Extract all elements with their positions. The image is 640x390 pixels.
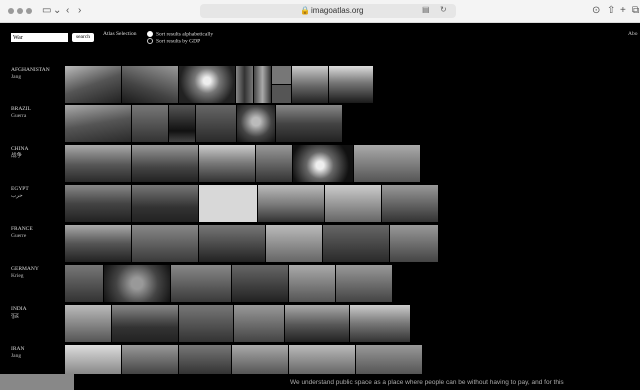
browser-toolbar: ▭ ⌄ ‹ › 🔒 imagoatlas.org ▤ ↻ ⊙ ⇧ + ⧉ — [0, 0, 640, 23]
country-label-india: INDIA युद्ध — [11, 306, 27, 319]
thumbnail-image[interactable] — [65, 105, 131, 142]
search-button[interactable]: search — [72, 33, 94, 42]
thumbnail-image[interactable] — [325, 185, 381, 222]
thumbnail-image[interactable] — [289, 265, 335, 302]
thumbnail-image[interactable] — [132, 225, 198, 262]
country-label-germany: GERMANY Krieg — [11, 266, 39, 279]
thumbnail-image[interactable] — [336, 265, 392, 302]
thumbnail-image[interactable] — [350, 305, 410, 342]
thumbnail-image[interactable] — [65, 305, 111, 342]
thumbnail-image[interactable] — [232, 265, 288, 302]
reload-icon[interactable]: ↻ — [440, 5, 447, 14]
footer-panel — [0, 374, 74, 390]
zoom-window-icon[interactable] — [26, 8, 32, 14]
thumbnail-image[interactable] — [179, 66, 235, 103]
thumbnail-image[interactable] — [199, 225, 265, 262]
country-label-iran: IRAN Jang — [11, 346, 25, 359]
thumbnail-image[interactable] — [234, 305, 284, 342]
thumbnail-image[interactable] — [292, 66, 328, 103]
thumbnail-image[interactable] — [390, 225, 438, 262]
thumbnail-image[interactable] — [356, 345, 422, 374]
minimize-window-icon[interactable] — [17, 8, 23, 14]
thumbnail-image[interactable] — [256, 145, 292, 182]
country-label-france: FRANCE Guerre — [11, 226, 33, 239]
chevron-down-icon[interactable]: ⌄ — [53, 4, 61, 18]
thumbnail-image[interactable] — [272, 85, 291, 103]
country-label-china: CHINA 战争 — [11, 146, 29, 159]
country-label-afghanistan: AFGHANISTAN Jang — [11, 67, 50, 80]
thumbnail-image[interactable] — [171, 265, 231, 302]
thumbnail-image[interactable] — [122, 66, 178, 103]
thumbnail-image[interactable] — [293, 145, 353, 182]
atlas-selection-link[interactable]: Atlas Selection — [103, 31, 136, 37]
thumbnail-image[interactable] — [132, 185, 198, 222]
thumbnail-image[interactable] — [65, 345, 121, 374]
url-text: imagoatlas.org — [311, 6, 364, 15]
thumbnail-image[interactable] — [179, 345, 231, 374]
thumbnail-image[interactable] — [132, 105, 168, 142]
reader-icon[interactable]: ▤ — [422, 5, 430, 14]
country-label-egypt: EGYPT حرب — [11, 186, 29, 199]
sort-gdp-radio[interactable]: Sort results by GDP — [147, 38, 200, 45]
thumbnail-image[interactable] — [354, 145, 420, 182]
thumbnail-image[interactable] — [285, 305, 349, 342]
forward-icon[interactable]: › — [78, 4, 81, 18]
thumbnail-image[interactable] — [323, 225, 389, 262]
thumbnail-image[interactable] — [272, 66, 291, 84]
about-link[interactable]: Abo — [628, 31, 637, 37]
thumbnail-image[interactable] — [237, 105, 275, 142]
thumbnail-image[interactable] — [199, 145, 255, 182]
thumbnail-image[interactable] — [289, 345, 355, 374]
search-input[interactable] — [11, 33, 68, 42]
thumbnail-image[interactable] — [169, 105, 195, 142]
lock-icon: 🔒 — [300, 6, 310, 15]
download-icon[interactable]: ⊙ — [592, 4, 600, 18]
thumbnail-image[interactable] — [236, 66, 253, 103]
tabs-overview-icon[interactable]: ⧉ — [632, 4, 639, 18]
back-icon[interactable]: ‹ — [66, 4, 69, 18]
sidebar-toggle-icon[interactable]: ▭ — [42, 4, 51, 18]
thumbnail-image[interactable] — [199, 185, 257, 222]
radio-selected-icon — [147, 31, 153, 37]
thumbnail-image[interactable] — [266, 225, 322, 262]
thumbnail-image[interactable] — [122, 345, 178, 374]
thumbnail-image[interactable] — [104, 265, 170, 302]
thumbnail-image[interactable] — [132, 145, 198, 182]
thumbnail-image[interactable] — [196, 105, 236, 142]
address-bar[interactable]: 🔒 imagoatlas.org ▤ ↻ — [200, 4, 456, 18]
thumbnail-image[interactable] — [232, 345, 288, 374]
thumbnail-image[interactable] — [179, 305, 233, 342]
thumbnail-image[interactable] — [382, 185, 438, 222]
thumbnail-image[interactable] — [112, 305, 178, 342]
thumbnail-image[interactable] — [329, 66, 373, 103]
thumbnail-image[interactable] — [258, 185, 324, 222]
share-icon[interactable]: ⇧ — [607, 4, 615, 18]
close-window-icon[interactable] — [8, 8, 14, 14]
thumbnail-image[interactable] — [254, 66, 271, 103]
thumbnail-image[interactable] — [65, 225, 131, 262]
country-label-brazil: BRAZIL Guerra — [11, 106, 31, 119]
footer-banner: We understand public space as a place wh… — [0, 374, 640, 390]
thumbnail-image[interactable] — [65, 145, 131, 182]
new-tab-icon[interactable]: + — [620, 4, 626, 18]
thumbnail-image[interactable] — [65, 66, 121, 103]
thumbnail-image[interactable] — [65, 265, 103, 302]
footer-text: We understand public space as a place wh… — [290, 379, 564, 386]
thumbnail-image[interactable] — [276, 105, 342, 142]
radio-unselected-icon — [147, 38, 153, 44]
thumbnail-image[interactable] — [65, 185, 131, 222]
